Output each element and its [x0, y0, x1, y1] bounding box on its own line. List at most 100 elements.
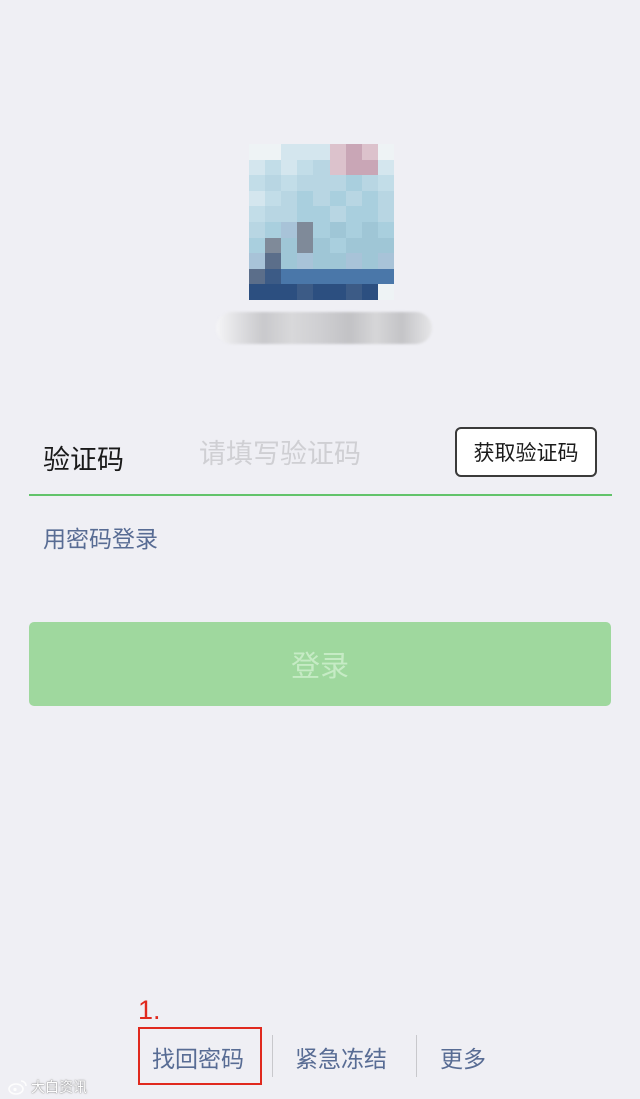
avatar-pixel — [361, 206, 378, 222]
avatar-pixel — [377, 190, 394, 207]
avatar-pixel — [377, 175, 394, 191]
avatar-pixel — [281, 237, 298, 254]
avatar-pixel — [313, 253, 330, 269]
avatar-pixel — [377, 284, 394, 300]
avatar-pixel — [265, 268, 282, 285]
avatar-pixel — [361, 175, 378, 191]
avatar-pixel — [377, 159, 394, 176]
avatar-pixel — [297, 159, 314, 176]
avatar-pixel — [297, 144, 314, 160]
avatar-pixel — [249, 144, 266, 160]
get-verification-code-button[interactable]: 获取验证码 — [455, 427, 597, 477]
avatar-pixel — [377, 237, 394, 254]
avatar-pixel — [345, 222, 362, 238]
avatar-pixel — [265, 175, 282, 191]
avatar-pixel — [313, 268, 330, 285]
avatar-pixel — [377, 222, 394, 238]
avatar-pixel — [345, 284, 362, 300]
avatar-pixel — [281, 206, 298, 222]
avatar-pixel — [281, 253, 298, 269]
avatar-pixel — [265, 159, 282, 176]
avatar-pixel — [297, 237, 314, 254]
avatar-pixel — [265, 144, 282, 160]
avatar-pixel — [265, 284, 282, 300]
avatar-pixel — [297, 284, 314, 300]
avatar-pixel — [281, 144, 298, 160]
avatar-pixel — [265, 190, 282, 207]
emergency-freeze-link[interactable]: 紧急冻结 — [295, 1040, 387, 1074]
avatar-pixel — [329, 284, 346, 300]
avatar-pixel — [329, 253, 346, 269]
avatar-pixel — [313, 190, 330, 207]
avatar-pixel — [249, 222, 266, 238]
avatar-pixel — [313, 206, 330, 222]
avatar-pixel — [345, 175, 362, 191]
avatar-pixel — [249, 237, 266, 254]
avatar-pixel — [329, 175, 346, 191]
avatar[interactable] — [249, 144, 394, 300]
avatar-pixel — [313, 284, 330, 300]
avatar-pixel — [329, 206, 346, 222]
avatar-pixel — [361, 159, 378, 176]
avatar-pixel — [313, 144, 330, 160]
watermark: 大白资讯 — [8, 1077, 87, 1097]
avatar-pixel — [313, 222, 330, 238]
avatar-pixel — [265, 253, 282, 269]
avatar-pixel — [313, 237, 330, 254]
annotation-step-number: 1. — [138, 995, 161, 1025]
avatar-pixel — [345, 206, 362, 222]
avatar-pixel — [345, 159, 362, 176]
avatar-pixel — [377, 253, 394, 269]
avatar-pixel — [265, 206, 282, 222]
avatar-pixel — [377, 144, 394, 160]
avatar-pixel — [345, 237, 362, 254]
forgot-password-link[interactable]: 找回密码 — [152, 1040, 244, 1074]
avatar-pixel — [329, 190, 346, 207]
login-button[interactable]: 登录 — [29, 622, 611, 706]
avatar-pixel — [281, 159, 298, 176]
avatar-pixel — [313, 175, 330, 191]
avatar-pixel — [345, 268, 362, 285]
avatar-pixel — [249, 253, 266, 269]
watermark-text: 大白资讯 — [31, 1080, 87, 1096]
avatar-pixel — [249, 284, 266, 300]
avatar-pixel — [265, 222, 282, 238]
avatar-pixel — [345, 253, 362, 269]
more-link[interactable]: 更多 — [440, 1040, 486, 1074]
avatar-pixel — [297, 206, 314, 222]
avatar-pixel — [329, 268, 346, 285]
avatar-pixel — [329, 222, 346, 238]
password-login-link[interactable]: 用密码登录 — [43, 520, 158, 554]
avatar-pixel — [281, 268, 298, 285]
avatar-pixel — [265, 237, 282, 254]
verification-code-row: 验证码 获取验证码 — [29, 418, 612, 496]
avatar-pixel — [281, 222, 298, 238]
avatar-pixel — [361, 253, 378, 269]
avatar-pixel — [345, 144, 362, 160]
avatar-pixel — [329, 237, 346, 254]
avatar-pixel — [297, 253, 314, 269]
avatar-pixel — [313, 159, 330, 176]
avatar-pixel — [249, 268, 266, 285]
avatar-pixel — [361, 190, 378, 207]
avatar-pixel — [297, 175, 314, 191]
link-divider — [272, 1035, 273, 1077]
avatar-pixel — [361, 268, 378, 285]
avatar-pixel — [297, 222, 314, 238]
avatar-pixel — [361, 237, 378, 254]
avatar-pixel — [345, 190, 362, 207]
avatar-pixel — [249, 190, 266, 207]
nickname-blurred — [216, 312, 432, 344]
avatar-pixel — [361, 222, 378, 238]
avatar-pixel — [377, 268, 394, 285]
verification-code-input[interactable] — [199, 434, 439, 474]
avatar-pixel — [377, 206, 394, 222]
avatar-pixel — [297, 190, 314, 207]
avatar-pixel — [329, 159, 346, 176]
avatar-pixel — [249, 206, 266, 222]
weibo-logo-icon — [8, 1080, 27, 1095]
avatar-pixel — [361, 284, 378, 300]
link-divider — [416, 1035, 417, 1077]
verification-code-label: 验证码 — [43, 445, 124, 476]
avatar-pixel — [281, 175, 298, 191]
